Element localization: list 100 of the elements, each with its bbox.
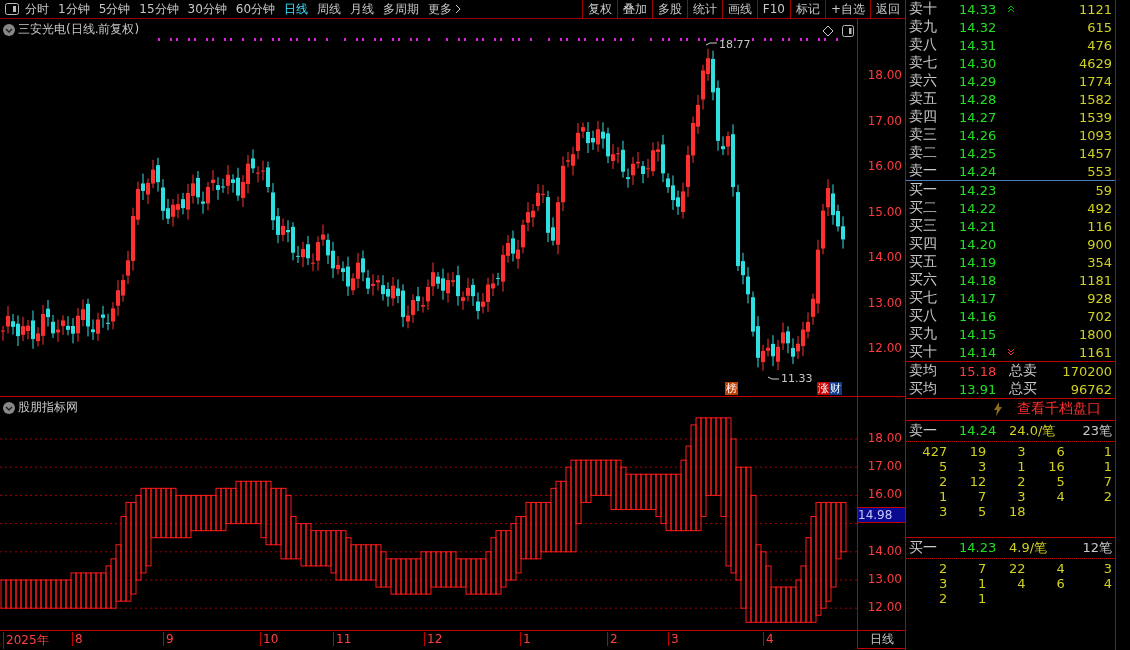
level-label: 卖二 <box>908 144 938 162</box>
date-label: 12 <box>424 632 443 646</box>
total-label: 总卖 <box>1009 362 1038 380</box>
bid-price: 14.20 <box>959 236 998 252</box>
more-menu[interactable]: 更多 <box>428 0 462 18</box>
bid-price: 14.16 <box>959 308 998 324</box>
level-label: 卖八 <box>908 36 938 54</box>
ask-price: 14.27 <box>959 109 998 125</box>
tick-volume: 4 <box>1055 488 1066 504</box>
rank-badge[interactable]: 榜 <box>725 382 738 395</box>
level-label: 买六 <box>908 271 938 289</box>
price-tick: 16.00 <box>867 159 902 173</box>
level-label: 买一 <box>908 538 938 557</box>
tick-volume: 2 <box>937 560 949 576</box>
period-tab[interactable]: 15分钟 <box>139 0 179 18</box>
depth-link[interactable]: 查看千档盘口 <box>1017 400 1101 419</box>
tick-volume: 6 <box>1055 575 1066 591</box>
price-tick: 18.00 <box>867 68 902 82</box>
period-tab[interactable]: 5分钟 <box>98 0 131 18</box>
level-label: 买八 <box>908 307 938 325</box>
tick-volume: 2 <box>937 473 949 489</box>
tick-volume: 1 <box>1102 443 1112 459</box>
average-price: 13.91 <box>959 381 998 397</box>
level-label: 卖一 <box>908 162 938 180</box>
ask-price: 14.31 <box>959 37 998 53</box>
level-label: 卖七 <box>908 54 938 72</box>
date-label: 8 <box>72 632 83 646</box>
current-value-label: 14.98 <box>858 507 905 523</box>
tick-volume: 3 <box>937 503 949 519</box>
period-tab[interactable]: 周线 <box>317 0 342 18</box>
level-label: 买五 <box>908 253 938 271</box>
level-label: 卖四 <box>908 108 938 126</box>
tick-volume: 1 <box>1016 458 1027 474</box>
level-label: 卖十 <box>908 0 938 18</box>
price-tick: 13.00 <box>867 295 902 310</box>
average-per-trade: 4.9/笔 <box>1009 538 1049 557</box>
ask-price: 14.32 <box>959 19 998 35</box>
tick-volume: 7 <box>1102 473 1112 489</box>
tick-volume: 1 <box>977 590 988 606</box>
ask-price: 14.26 <box>959 127 998 143</box>
level-label: 买四 <box>908 235 938 253</box>
level-label: 买三 <box>908 217 938 235</box>
tick-volume: 7 <box>977 560 988 576</box>
news-badge[interactable]: 财 <box>829 382 842 395</box>
bid-price: 14.23 <box>959 182 998 198</box>
bid-volume: 354 <box>1086 254 1113 270</box>
period-tab[interactable]: 分时 <box>25 0 49 18</box>
tick-volume: 427 <box>921 443 949 459</box>
ask-volume: 1093 <box>1077 127 1113 143</box>
tick-volume: 3 <box>1016 443 1027 459</box>
tick-volume: 1 <box>1102 458 1112 474</box>
tick-volume: 7 <box>977 488 988 504</box>
tick-volume: 5 <box>977 503 988 519</box>
bid-price: 14.15 <box>959 326 998 342</box>
period-tab[interactable]: 1分钟 <box>58 0 90 18</box>
indicator-tick: 14.00 <box>867 543 902 558</box>
bid-volume: 59 <box>1094 182 1113 198</box>
level-label: 卖五 <box>908 90 938 108</box>
average-label: 买均 <box>908 380 938 398</box>
bid-volume: 1161 <box>1077 344 1113 360</box>
indicator-tick: 18.00 <box>867 431 902 445</box>
date-label: 9 <box>163 632 174 646</box>
ask-volume: 4629 <box>1077 55 1113 71</box>
period-tab[interactable]: 30分钟 <box>187 0 227 18</box>
indicator-tick: 12.00 <box>867 600 902 615</box>
bid-price: 14.21 <box>959 218 998 234</box>
bid-volume: 1181 <box>1077 272 1113 288</box>
period-tab[interactable]: 多周期 <box>383 0 420 18</box>
period-tab[interactable]: 60分钟 <box>235 0 276 18</box>
bid-volume: 116 <box>1086 218 1113 234</box>
tick-volume: 3 <box>1102 560 1112 576</box>
ask-volume: 1774 <box>1077 73 1113 89</box>
tick-volume: 5 <box>937 458 949 474</box>
period-tab[interactable]: 日线 <box>284 0 309 18</box>
level-label: 卖六 <box>908 72 938 90</box>
date-label: 10 <box>260 632 279 646</box>
price-tick: 14.00 <box>867 250 902 264</box>
ask-price: 14.33 <box>959 1 998 17</box>
chart-title: 三安光电(日线.前复权) <box>18 21 140 38</box>
ask-volume: 1539 <box>1077 109 1113 125</box>
tick-volume: 4 <box>1016 575 1027 591</box>
ask-volume: 553 <box>1086 163 1113 179</box>
tick-volume: 2 <box>1102 488 1112 504</box>
ask-volume: 1121 <box>1077 1 1113 17</box>
ask-volume: 1582 <box>1077 91 1113 107</box>
tick-volume: 22 <box>1008 560 1027 576</box>
total-label: 总买 <box>1009 380 1038 398</box>
bid-volume: 492 <box>1086 200 1113 216</box>
level-label: 卖九 <box>908 18 938 36</box>
period-tab[interactable]: 月线 <box>350 0 375 18</box>
level-label: 卖一 <box>908 421 938 440</box>
date-label: 2025年 <box>3 632 49 649</box>
tick-volume: 3 <box>937 575 949 591</box>
bid-price: 14.19 <box>959 254 998 270</box>
ask-volume: 476 <box>1086 37 1113 53</box>
ask-price: 14.24 <box>959 163 998 179</box>
tick-volume: 2 <box>937 590 949 606</box>
ask-price: 14.25 <box>959 145 998 161</box>
level-label: 买一 <box>908 181 938 199</box>
tick-volume: 5 <box>1055 473 1066 489</box>
